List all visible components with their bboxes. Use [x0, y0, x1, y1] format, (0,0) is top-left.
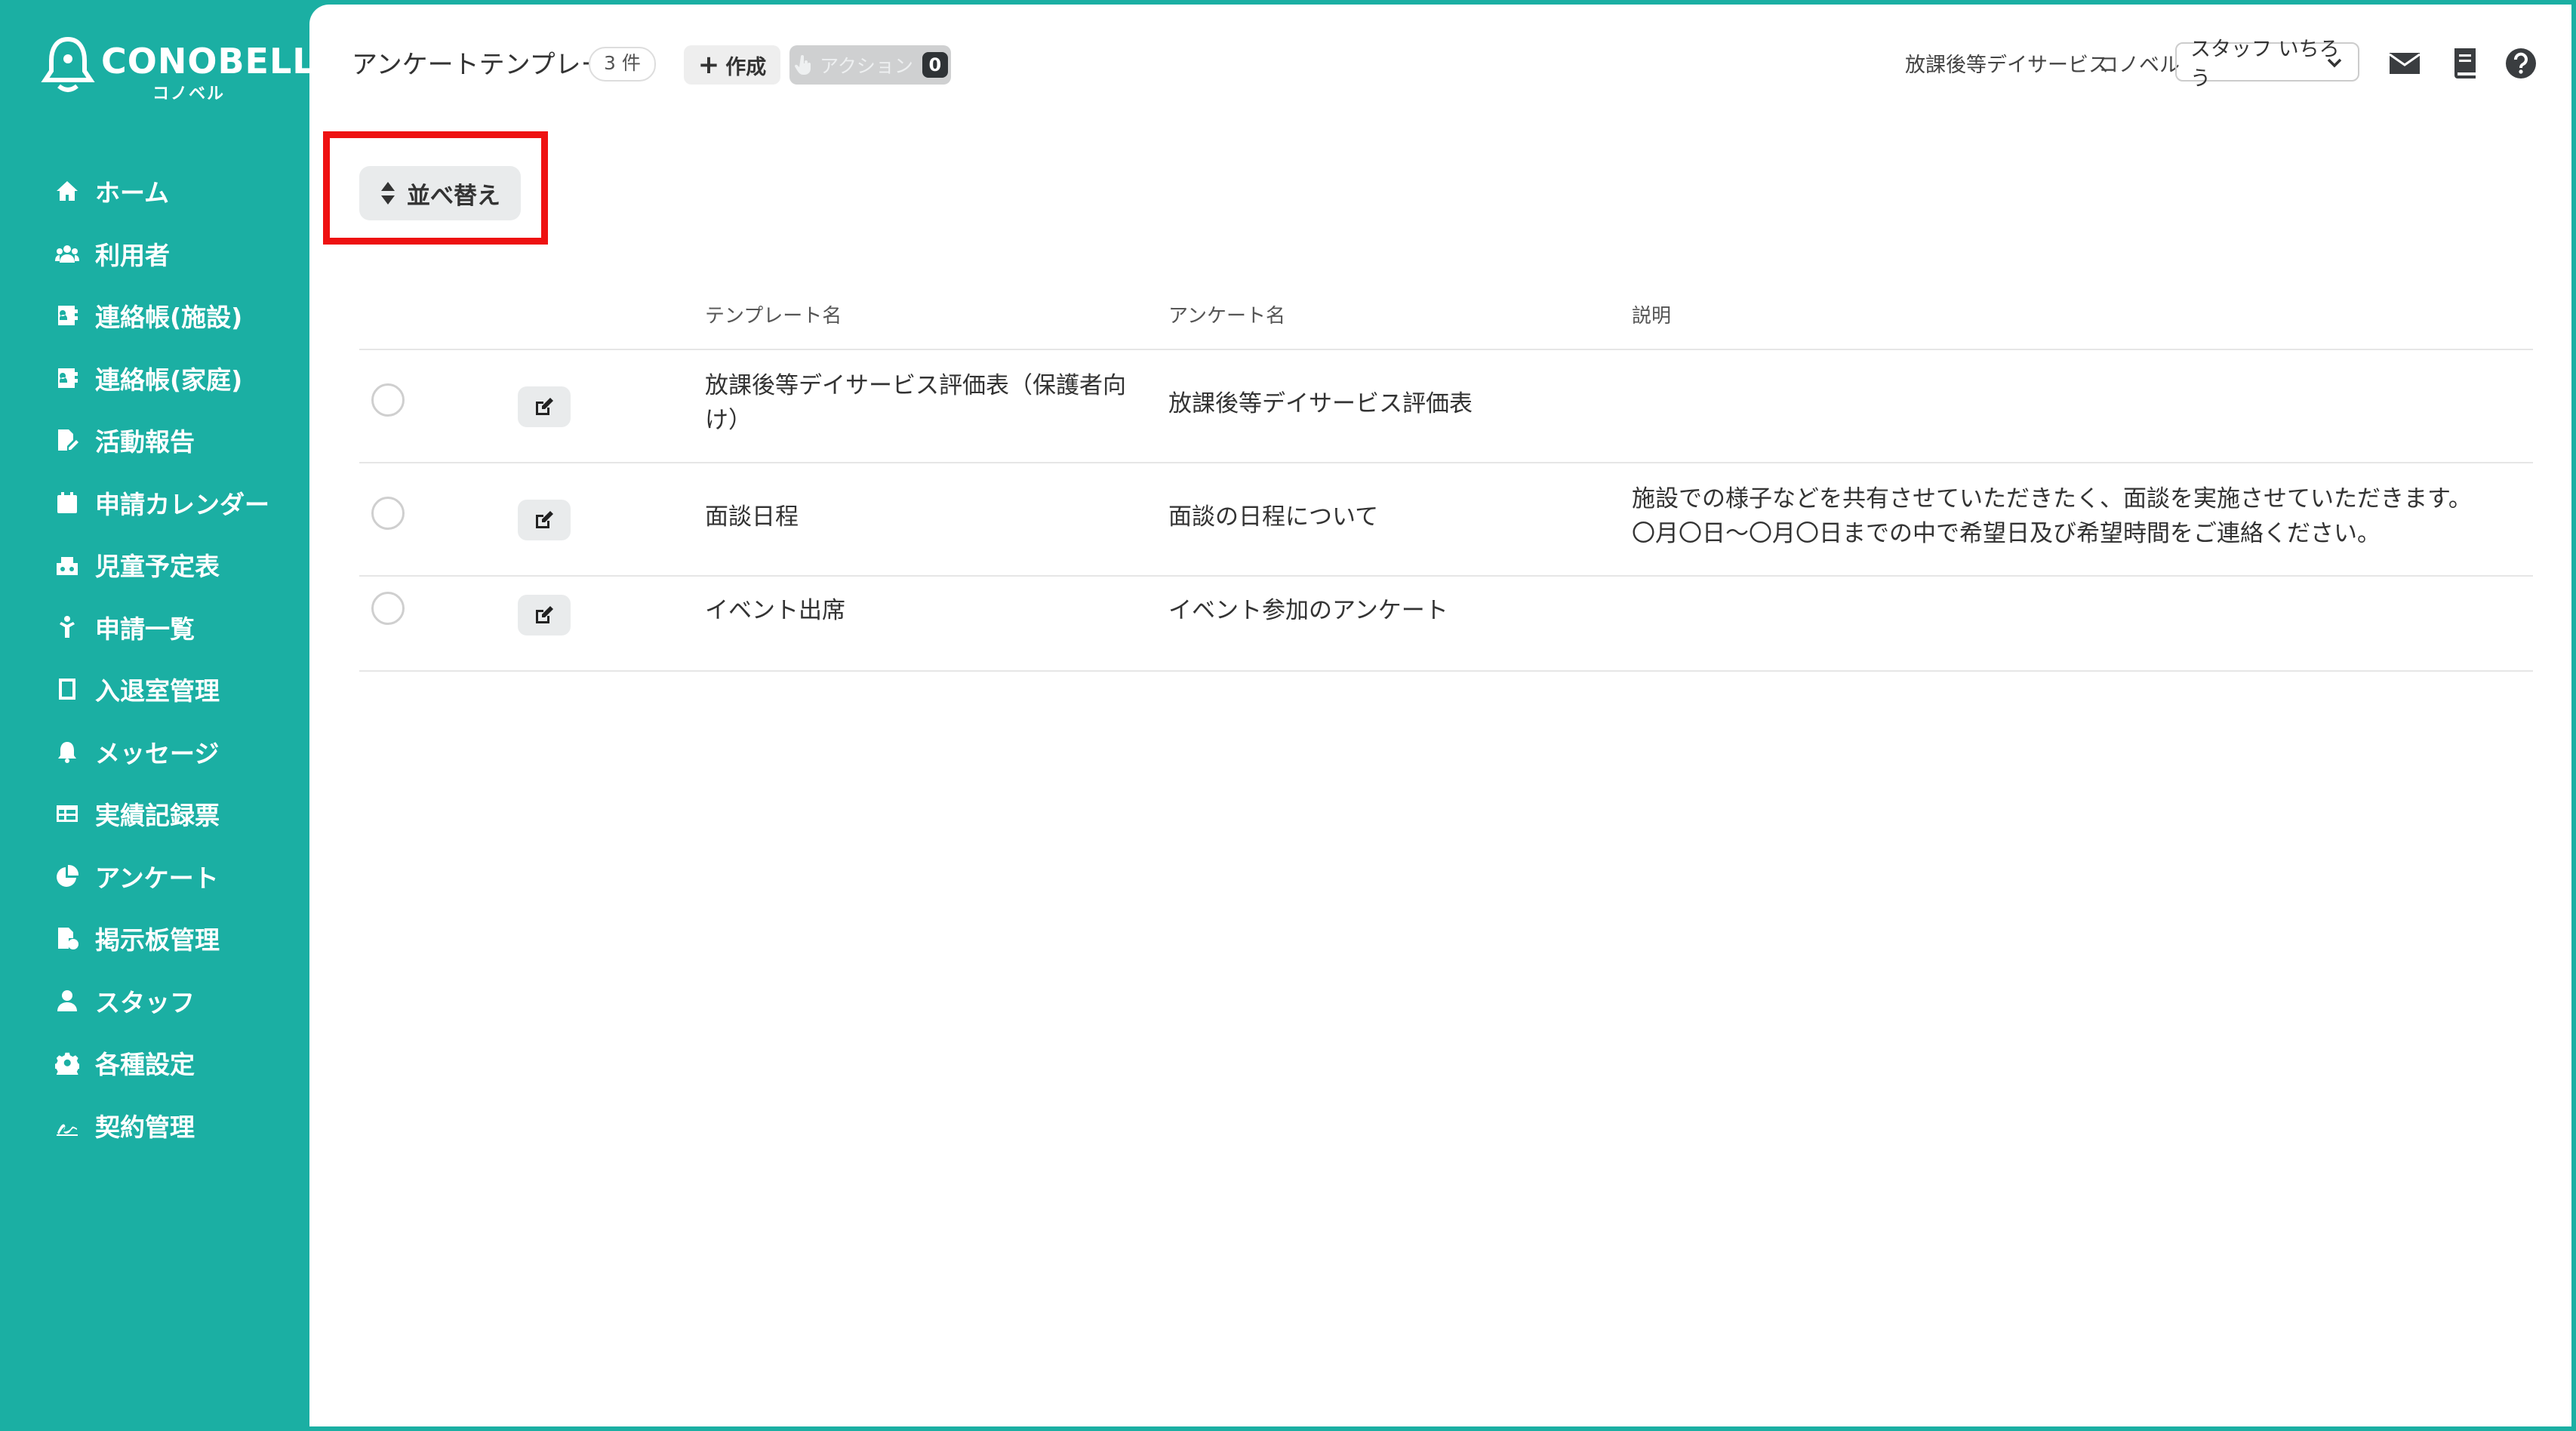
sidebar-item-label: 連絡帳(施設) — [95, 303, 243, 333]
sidebar-item-label: スタッフ — [95, 987, 195, 1017]
row-survey-name: 面談の日程について — [1168, 503, 1379, 531]
column-header-survey-name: アンケート名 — [1168, 305, 1285, 328]
table-icon — [54, 801, 80, 826]
bulletin-icon — [54, 925, 80, 951]
sidebar-item-users[interactable]: 利用者 — [54, 223, 303, 285]
count-badge: 3 件 — [589, 47, 656, 82]
sidebar-item-records[interactable]: 実績記録票 — [54, 783, 303, 845]
calendar-icon — [54, 490, 80, 515]
action-button[interactable]: アクション 0 — [789, 45, 951, 85]
sidebar-item-bulletin[interactable]: 掲示板管理 — [54, 907, 303, 970]
row-survey-name: 放課後等デイサービス評価表 — [1168, 390, 1473, 417]
contact-book-icon — [54, 303, 80, 328]
sort-button[interactable]: 並べ替え — [359, 166, 521, 220]
sidebar-item-label: 実績記録票 — [95, 801, 220, 831]
sidebar-item-request-list[interactable]: 申請一覧 — [54, 596, 303, 659]
row-checkbox[interactable] — [371, 592, 405, 625]
sidebar-item-label: 各種設定 — [95, 1050, 195, 1080]
sidebar-item-label: 利用者 — [95, 240, 170, 270]
row-checkbox[interactable] — [371, 497, 405, 530]
table-row[interactable]: 面談日程 面談の日程について 施設での様子などを共有させていただきたく、面談を実… — [359, 463, 2533, 577]
sidebar-item-activity-report[interactable]: 活動報告 — [54, 409, 303, 472]
brand-sub: コノベル — [152, 85, 226, 103]
sidebar-item-message[interactable]: メッセージ — [54, 721, 303, 783]
tablet-icon — [54, 676, 80, 702]
column-header-description: 説明 — [1632, 305, 1672, 328]
sidebar-item-label: 活動報告 — [95, 427, 195, 457]
gear-icon — [54, 1050, 80, 1076]
create-button-label: 作成 — [725, 55, 767, 79]
sidebar: CONOBELL コノベル ホーム 利用者 連絡帳(施設) 連絡帳(家庭) 活動… — [0, 0, 315, 1431]
create-button[interactable]: + 作成 — [684, 45, 780, 85]
sidebar-item-label: 申請一覧 — [95, 614, 195, 644]
manual-book-icon[interactable] — [2448, 47, 2482, 80]
row-template-name: 面談日程 — [705, 503, 799, 531]
facility-name: 放課後等デイサービス — [1905, 54, 2109, 77]
sidebar-item-label: 契約管理 — [95, 1112, 195, 1142]
sidebar-item-contact-facility[interactable]: 連絡帳(施設) — [54, 285, 303, 347]
sidebar-item-settings[interactable]: 各種設定 — [54, 1032, 303, 1094]
children-schedule-icon — [54, 552, 80, 577]
sidebar-item-entry-exit[interactable]: 入退室管理 — [54, 658, 303, 721]
description-line: 〇月〇日～〇月〇日までの中で希望日及び希望時間をご連絡ください。 — [1632, 520, 2381, 547]
column-header-template-name: テンプレート名 — [705, 305, 842, 328]
sidebar-item-request-calendar[interactable]: 申請カレンダー — [54, 472, 303, 534]
sidebar-item-label: 児童予定表 — [95, 552, 220, 582]
table-row[interactable]: 放課後等デイサービス評価表（保護者向け） 放課後等デイサービス評価表 — [359, 350, 2533, 463]
pie-chart-icon — [54, 863, 80, 889]
row-template-name: 放課後等デイサービス評価表（保護者向け） — [705, 372, 1126, 434]
edit-button[interactable] — [518, 386, 571, 427]
edit-icon — [536, 511, 553, 528]
main-panel: アンケートテンプレート 3 件 + 作成 アクション 0 放課後等デイサービス … — [309, 5, 2571, 1426]
edit-button[interactable] — [518, 500, 571, 540]
sidebar-item-home[interactable]: ホーム — [54, 160, 303, 223]
template-table: テンプレート名 アンケート名 説明 放課後等デイサービス評価表（保護者向け） 放… — [359, 290, 2533, 672]
sidebar-item-survey[interactable]: アンケート — [54, 845, 303, 908]
description-line: 施設での様子などを共有させていただきたく、面談を実施させていただきます。 — [1632, 485, 2472, 512]
sidebar-item-contract[interactable]: 契約管理 — [54, 1094, 303, 1157]
sidebar-item-label: 連絡帳(家庭) — [95, 365, 243, 395]
bell-icon — [54, 739, 80, 765]
action-count-badge: 0 — [922, 52, 948, 78]
action-button-label: アクション — [820, 55, 913, 77]
edit-button[interactable] — [518, 595, 571, 635]
edit-icon — [536, 398, 553, 415]
table-row[interactable]: イベント出席 イベント参加のアンケート — [359, 577, 2533, 672]
row-description: 施設での様子などを共有させていただきたく、面談を実施させていただきます。 〇月〇… — [1632, 482, 2522, 551]
staff-select[interactable]: スタッフ いちろう — [2175, 38, 2359, 91]
brand-logo[interactable]: CONOBELL コノベル — [41, 36, 315, 104]
hand-pointer-icon — [795, 55, 811, 75]
report-icon — [54, 427, 80, 453]
sort-icon — [381, 182, 395, 205]
users-icon — [54, 241, 80, 266]
sidebar-item-contact-home[interactable]: 連絡帳(家庭) — [54, 347, 303, 410]
sidebar-item-label: アンケート — [95, 863, 219, 893]
sidebar-item-children-schedule[interactable]: 児童予定表 — [54, 534, 303, 596]
help-icon[interactable] — [2504, 47, 2538, 80]
sidebar-item-label: 入退室管理 — [95, 676, 220, 706]
contract-icon — [54, 1112, 80, 1138]
chevron-down-icon — [2327, 58, 2342, 68]
mail-icon[interactable] — [2388, 47, 2421, 80]
table-header: テンプレート名 アンケート名 説明 — [359, 290, 2533, 350]
home-icon — [54, 178, 80, 204]
edit-icon — [536, 606, 553, 623]
sidebar-nav: ホーム 利用者 連絡帳(施設) 連絡帳(家庭) 活動報告 申請カレンダー 児童予… — [54, 160, 303, 1156]
bell-logo-icon — [41, 36, 95, 92]
row-survey-name: イベント参加のアンケート — [1168, 597, 1448, 624]
sidebar-item-label: メッセージ — [95, 738, 220, 768]
sidebar-item-label: ホーム — [95, 178, 170, 208]
row-checkbox[interactable] — [371, 383, 405, 417]
sidebar-item-label: 申請カレンダー — [95, 489, 269, 519]
company-name: コノベル — [2098, 54, 2180, 77]
row-template-name: イベント出席 — [705, 597, 845, 624]
request-list-icon — [54, 614, 80, 640]
sidebar-item-staff[interactable]: スタッフ — [54, 970, 303, 1032]
plus-icon: + — [697, 50, 720, 80]
staff-icon — [54, 988, 80, 1014]
brand-name: CONOBELL — [101, 41, 315, 82]
sidebar-item-label: 掲示板管理 — [95, 925, 220, 956]
contact-book-icon — [54, 365, 80, 391]
sort-button-label: 並べ替え — [407, 182, 500, 210]
